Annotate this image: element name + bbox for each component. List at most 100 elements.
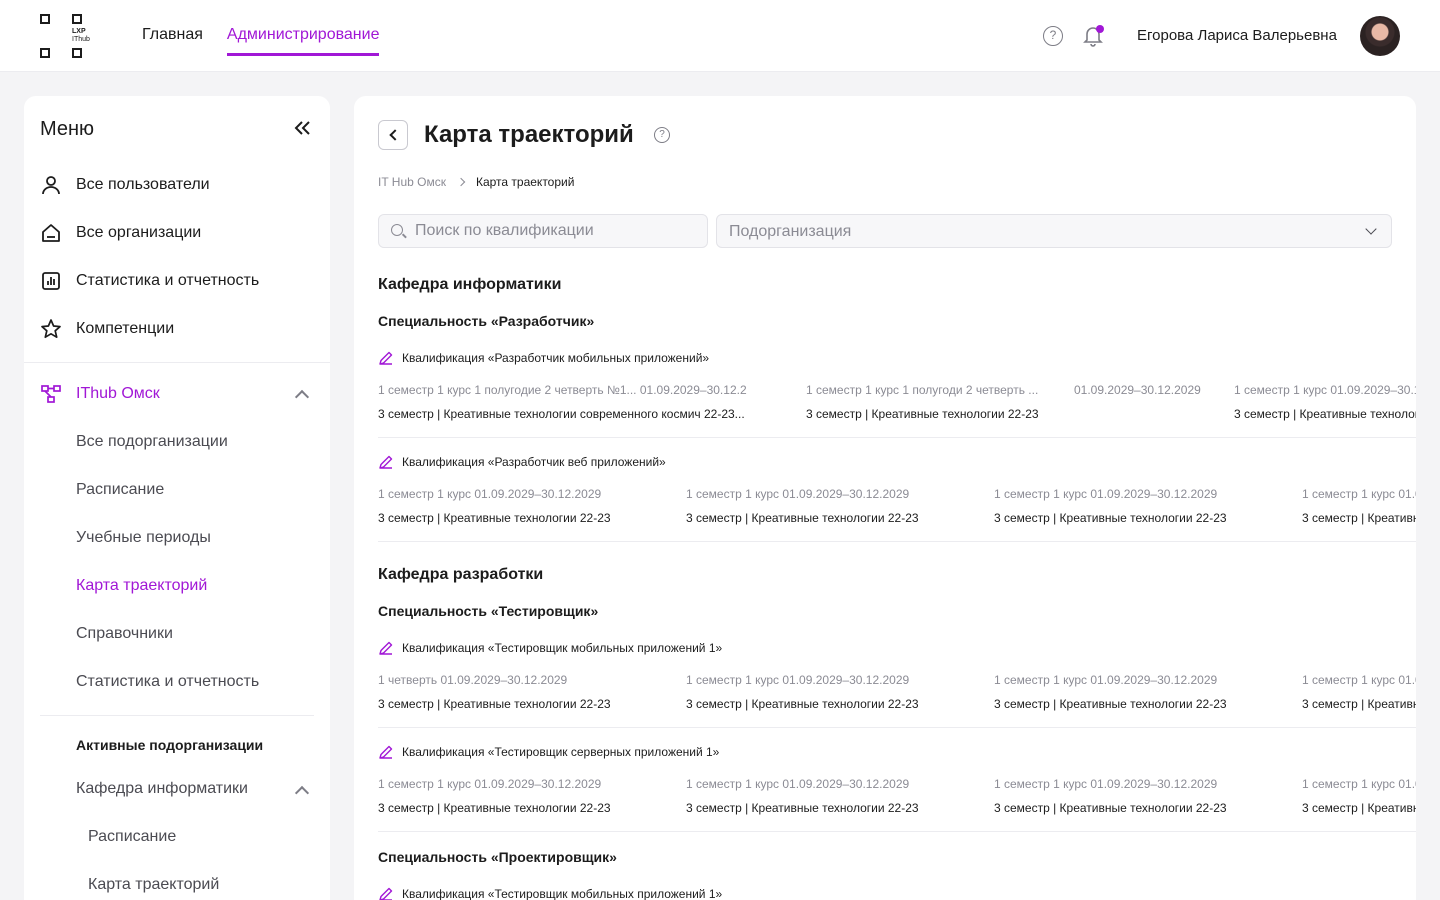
card-group: 3 семестр | Креативные технологии 22-23 <box>378 801 611 815</box>
department-title: Кафедра разработки <box>378 566 544 583</box>
search-icon <box>391 224 403 236</box>
trajectory-cards-row: 1 семестр 1 курс 1 полугодие 2 четверть … <box>378 382 1416 438</box>
qualification-label: Квалификация «Разработчик веб приложений… <box>402 455 666 469</box>
logo-square <box>72 48 82 58</box>
edit-icon[interactable] <box>378 886 394 900</box>
card-group: 3 семестр | Креативные технологии 22-23 <box>994 697 1227 711</box>
sidebar-item-org-statistics[interactable]: Статистика и отчетность <box>76 673 259 691</box>
specialty-title: Специальность «Тестировщик» <box>378 603 599 619</box>
trajectory-card[interactable]: 1 семестр 1 курс 01.09.2029–30.12.2029 3… <box>994 672 1284 712</box>
trajectory-card[interactable]: 1 семестр 1 курс 01.09.2029–30.12.2029 3… <box>994 776 1284 816</box>
sidebar-item-ithub-omsk[interactable]: IThub Омск <box>40 383 160 405</box>
trajectory-card[interactable]: 1 семестр 1 курс 01.09.2029–30.12.2029 3… <box>994 486 1284 526</box>
sidebar-item-dept-trajectory-map[interactable]: Карта траекторий <box>88 876 219 894</box>
trajectory-cards-row: 1 семестр 1 курс 01.09.2029–30.12.2029 3… <box>378 776 1416 832</box>
sidebar-item-dept-schedule[interactable]: Расписание <box>88 828 176 846</box>
sidebar-item-all-suborgs[interactable]: Все подорганизации <box>76 433 228 451</box>
notification-dot <box>1096 25 1104 33</box>
card-period: 1 четверть 01.09.2029–30.12.2029 <box>378 673 568 687</box>
sidebar-item-directories[interactable]: Справочники <box>76 625 173 643</box>
trajectory-card[interactable]: 1 семестр 1 курс 01.09.2029–30.12.2029 3… <box>686 776 976 816</box>
help-icon[interactable]: ? <box>1043 26 1063 46</box>
trajectory-card[interactable]: 1 семестр 1 курс 01.09.2029–30.12.2029 3… <box>686 672 976 712</box>
sidebar-item-competencies[interactable]: Компетенции <box>40 318 174 340</box>
search-input-wrapper <box>378 214 708 248</box>
qualification-item[interactable]: Квалификация «Тестировщик серверных прил… <box>378 744 719 760</box>
logo-text-ithub: IThub <box>72 36 90 43</box>
help-icon[interactable]: ? <box>654 127 670 143</box>
trajectory-card[interactable]: 1 семестр 1 курс 1 полугодие 2 четверть … <box>378 382 788 422</box>
card-period: 1 семестр 1 курс 01.09.2029–30.12.2029 <box>994 487 1218 501</box>
logo-square <box>40 48 50 58</box>
trajectory-card[interactable]: 1 семестр 1 курс 01.09.2029–30.12.2029 3… <box>1302 486 1416 526</box>
star-icon <box>41 319 61 339</box>
card-period: 1 семестр 1 курс 01.09.2029–30.12.2029 <box>378 777 602 791</box>
user-icon <box>42 176 60 195</box>
collapse-sidebar-icon[interactable] <box>292 118 312 138</box>
qualification-label: Квалификация «Тестировщик серверных прил… <box>402 745 720 759</box>
card-group: 3 семестр | Креативные технологии соврем… <box>378 407 745 421</box>
back-button[interactable] <box>378 120 408 150</box>
card-group: 3 семестр | Креативные технологии 22-23 <box>686 697 919 711</box>
home-icon <box>42 224 60 242</box>
main-panel: Карта траекторий ? IT Hub Омск Карта тра… <box>354 96 1416 900</box>
trajectory-cards-row: 1 четверть 01.09.2029–30.12.2029 3 семес… <box>378 672 1416 728</box>
card-group: 3 семестр | Креативные технологии 22-23 <box>378 511 611 525</box>
card-period: 1 семестр 1 курс 01.09.2029–30.12.2029 <box>686 487 910 501</box>
sidebar-item-dept-informatics[interactable]: Кафедра информатики <box>76 780 248 798</box>
card-group: 3 семестр | Креативные технологии 22-23 <box>1234 407 1416 421</box>
sidebar-item-schedule[interactable]: Расписание <box>76 481 164 499</box>
trajectory-card[interactable]: 1 четверть 01.09.2029–30.12.2029 3 семес… <box>378 672 668 712</box>
card-period: 1 семестр 1 курс 01.09.2029–30.12.2029 <box>994 777 1218 791</box>
sidebar-item-trajectory-map[interactable]: Карта траекторий <box>76 577 207 595</box>
trajectory-card[interactable]: 1 семестр 1 курс 01.09.2029–30.12.2029 3… <box>378 776 668 816</box>
menu-title: Меню <box>40 118 95 140</box>
qualification-item[interactable]: Квалификация «Тестировщик мобильных прил… <box>378 640 722 656</box>
lxp-ithub-logo[interactable]: LXP IThub <box>40 14 100 58</box>
chevron-right-icon <box>456 177 466 187</box>
sidebar-item-all-organizations[interactable]: Все организации <box>40 222 201 244</box>
sidebar-item-all-users[interactable]: Все пользователи <box>40 174 210 196</box>
search-input[interactable] <box>415 215 695 247</box>
breadcrumb-link[interactable]: IT Hub Омск <box>378 175 446 189</box>
breadcrumb-current: Карта траекторий <box>475 175 575 189</box>
sidebar-menu: Меню Все пользователи Все организации Ст… <box>24 96 330 900</box>
sidebar-item-label: Все организации <box>76 224 202 241</box>
qualification-item[interactable]: Квалификация «Разработчик мобильных прил… <box>378 350 709 366</box>
sidebar-item-periods[interactable]: Учебные периоды <box>76 529 211 547</box>
trajectory-card[interactable]: 1 семестр 1 курс 01.09.2029–30.12.2029 3… <box>378 486 668 526</box>
qualification-label: Квалификация «Тестировщик мобильных прил… <box>402 641 723 655</box>
chevron-up-icon[interactable] <box>294 785 310 801</box>
nav-administration[interactable]: Администрирование <box>226 26 380 56</box>
card-group: 3 семестр | Креативные технологии 22-23 <box>1302 801 1416 815</box>
card-group: 3 семестр | Креативные технологии 22-23 <box>1302 697 1416 711</box>
nav-home[interactable]: Главная <box>142 26 203 56</box>
active-suborgs-title: Активные подорганизации <box>76 737 264 753</box>
trajectory-card[interactable]: 1 семестр 1 курс 01.09.2029–30.12.2029 3… <box>1234 382 1416 422</box>
edit-icon[interactable] <box>378 640 394 656</box>
avatar[interactable] <box>1360 16 1400 56</box>
card-group: 3 семестр | Креативные технологии 22-23 <box>378 697 611 711</box>
edit-icon[interactable] <box>378 744 394 760</box>
suborg-select[interactable]: Подорганизация <box>716 214 1392 248</box>
qualification-item[interactable]: Квалификация «Тестировщик мобильных прил… <box>378 886 722 900</box>
logo-square <box>72 14 82 24</box>
qualification-label: Квалификация «Разработчик мобильных прил… <box>402 351 710 365</box>
edit-icon[interactable] <box>378 454 394 470</box>
qualification-item[interactable]: Квалификация «Разработчик веб приложений… <box>378 454 666 470</box>
trajectory-card[interactable]: 1 семестр 1 курс 1 полугоди 2 четверть .… <box>806 382 1056 422</box>
card-period: 1 семестр 1 курс 01.09.2029–30.12.2029 <box>378 487 602 501</box>
chevron-up-icon[interactable] <box>294 389 310 405</box>
trajectory-card[interactable]: 1 семестр 1 курс 01.09.2029–30.12.2029 3… <box>1302 672 1416 712</box>
user-name[interactable]: Егорова Лариса Валерьевна <box>1137 27 1337 44</box>
department-title: Кафедра информатики <box>378 276 562 293</box>
qualification-label: Квалификация «Тестировщик мобильных прил… <box>402 887 723 900</box>
card-period: 1 семестр 1 курс 01.09.2029–30.12.2029 <box>686 673 910 687</box>
specialty-title: Специальность «Проектировщик» <box>378 849 617 865</box>
divider <box>40 715 314 716</box>
trajectory-card[interactable]: 1 семестр 1 курс 01.09.2029–30.12.2029 3… <box>686 486 976 526</box>
trajectory-card[interactable]: 1 семестр 1 курс 01.09.2029–30.12.2029 3… <box>1302 776 1416 816</box>
sidebar-item-statistics[interactable]: Статистика и отчетность <box>40 270 259 292</box>
trajectory-card[interactable]: 01.09.2029–30.12.2029 <box>1074 382 1224 406</box>
edit-icon[interactable] <box>378 350 394 366</box>
